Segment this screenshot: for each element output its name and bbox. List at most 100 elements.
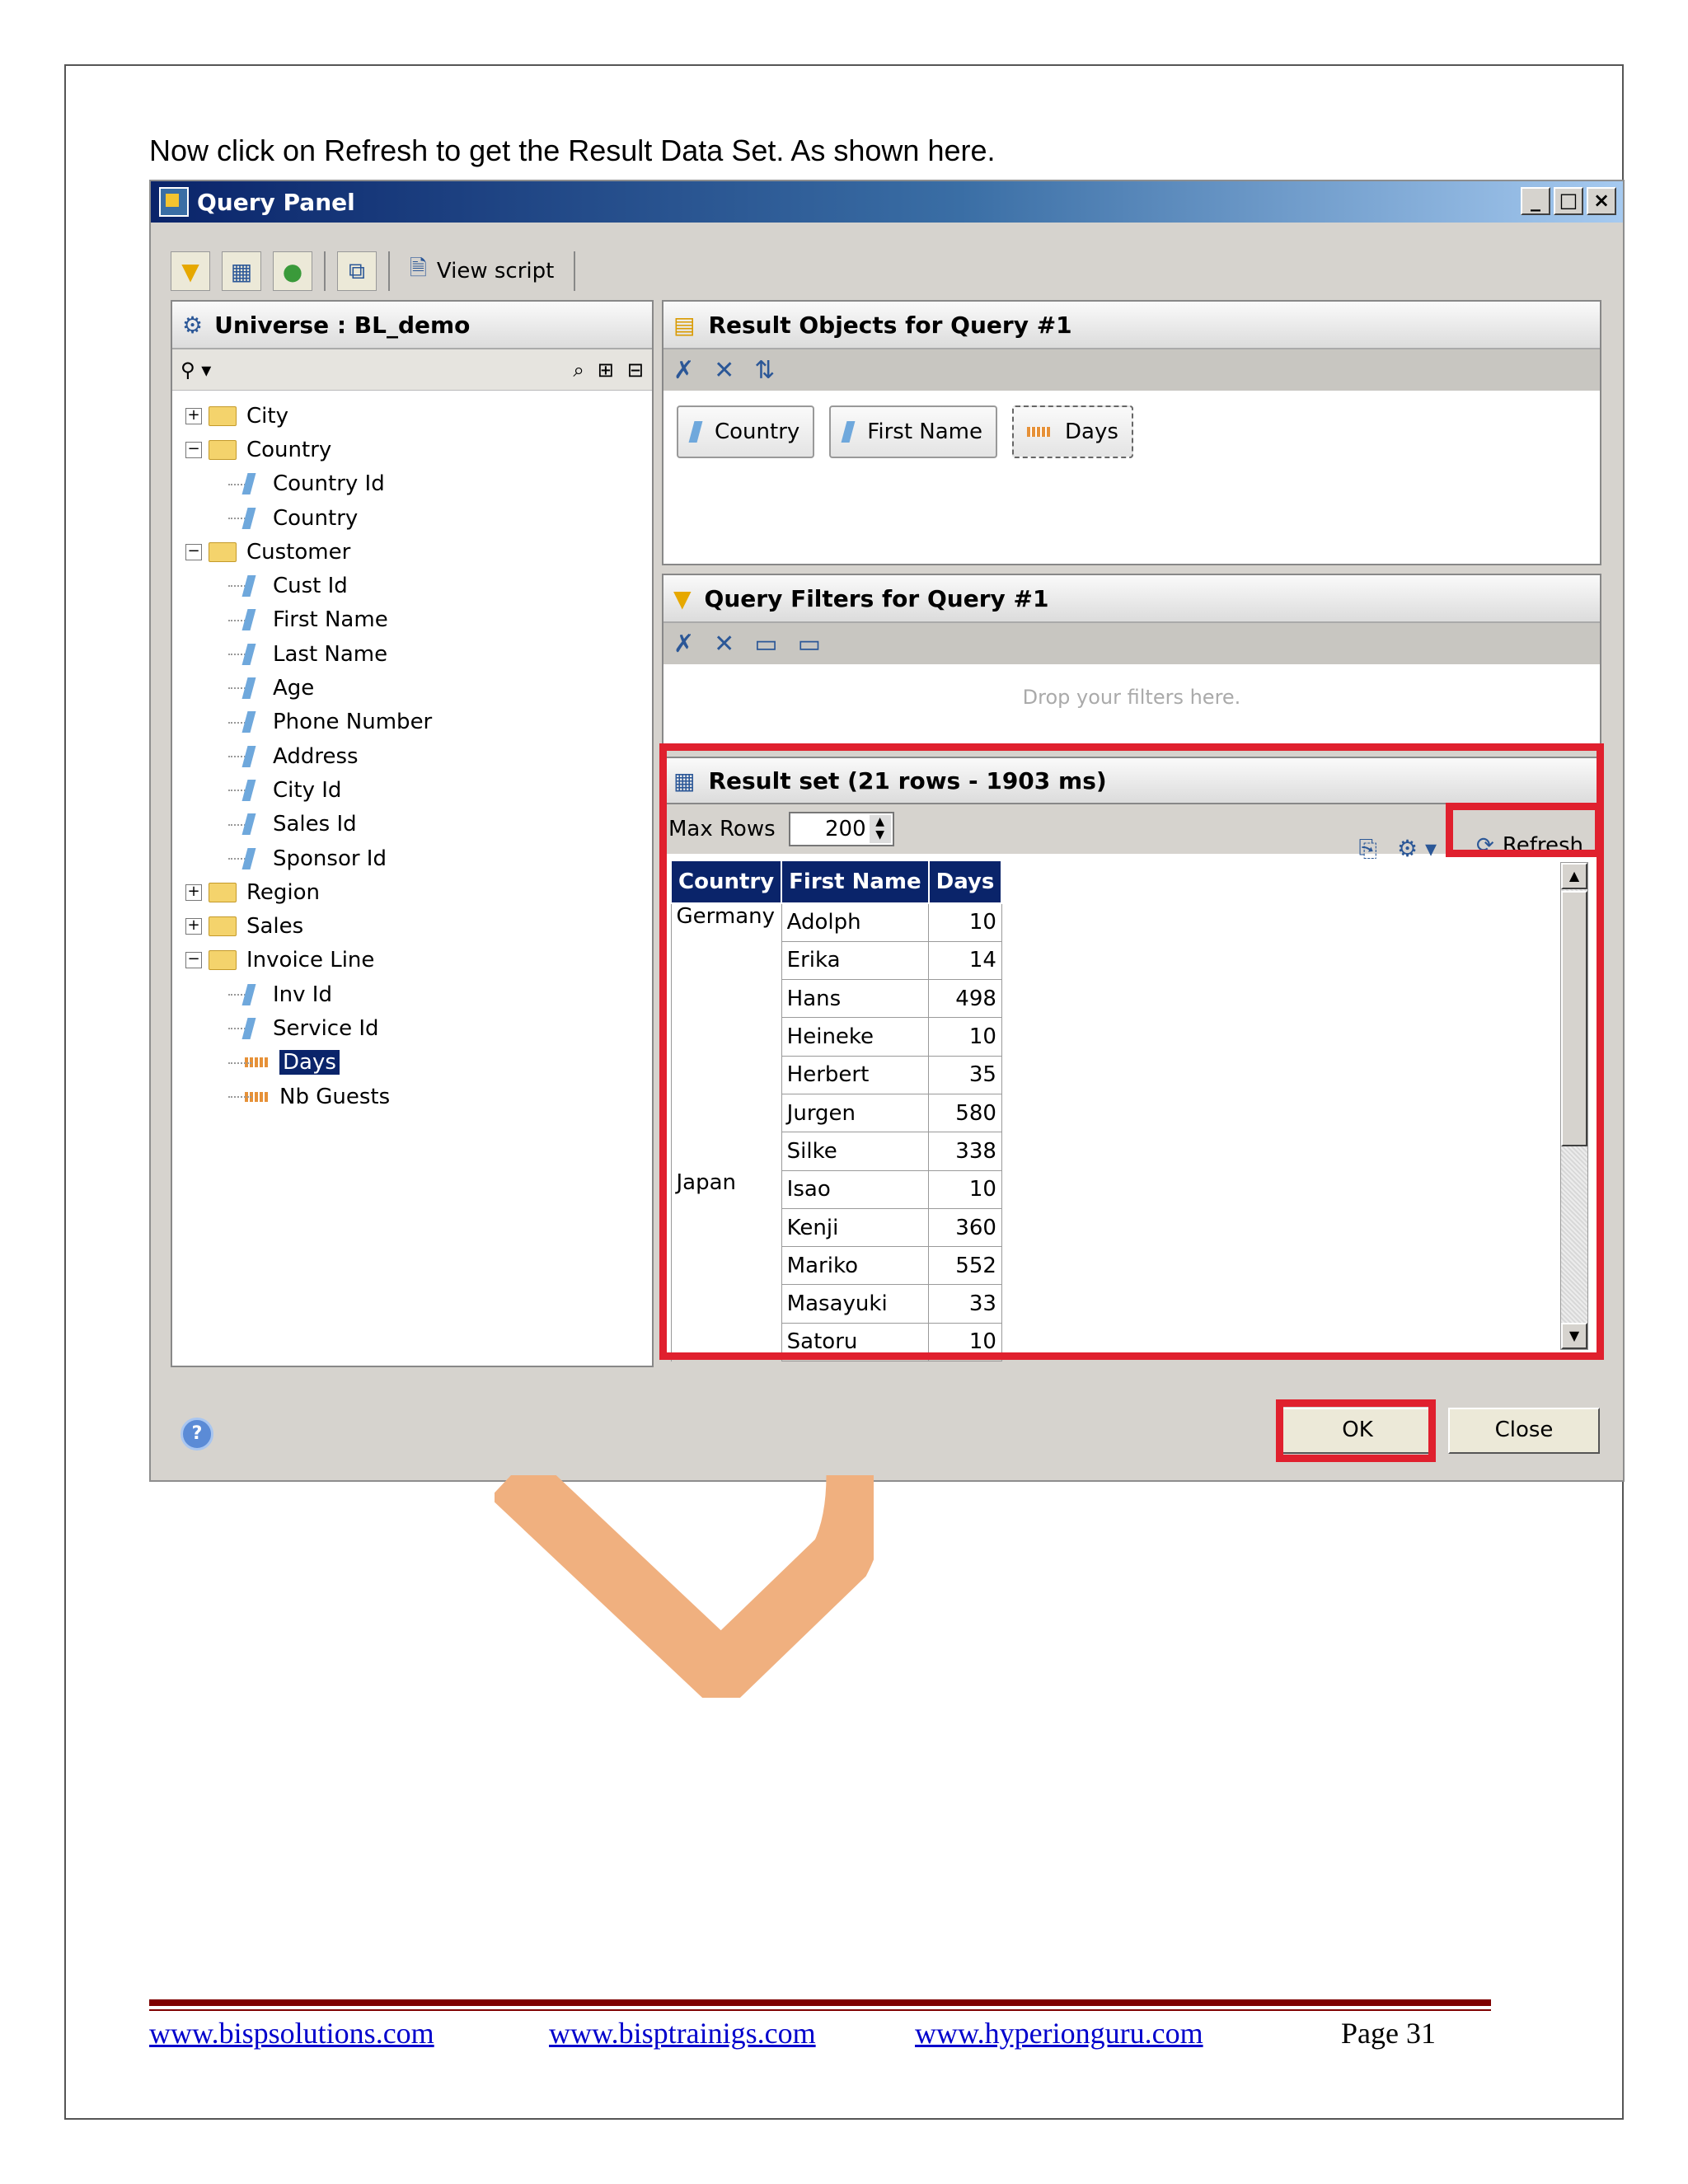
dimension-icon	[241, 507, 256, 529]
query-filters-header: ▼ Query Filters for Query #1	[663, 575, 1600, 623]
collapse-icon[interactable]: −	[185, 441, 202, 458]
sort-icon[interactable]: ⇅	[754, 356, 775, 385]
remove-filter-icon[interactable]: ✕	[714, 630, 734, 658]
tree-item[interactable]: Sponsor Id	[185, 841, 652, 875]
result-objects-tools: ✗ ✕ ⇅	[663, 349, 1600, 391]
tree-item[interactable]: First Name	[185, 603, 652, 637]
dialog-title: Query Panel	[197, 188, 355, 216]
dimension-icon	[241, 575, 256, 598]
dimension-icon	[241, 677, 256, 700]
query-panel-icon	[159, 187, 189, 217]
tree-item-label: Nb Guests	[279, 1084, 391, 1109]
tree-item-label: Address	[273, 743, 359, 769]
subquery-icon[interactable]: ▭	[798, 630, 821, 658]
tree-item-label: Country Id	[273, 471, 385, 497]
collapse-icon[interactable]: −	[185, 543, 202, 560]
folder-icon	[209, 950, 237, 971]
refresh-highlight	[1446, 803, 1602, 857]
dimension-icon	[241, 745, 256, 767]
remove-all-icon[interactable]: ✗	[673, 356, 694, 385]
outline-options-icon[interactable]: ⚲ ▾	[181, 359, 211, 382]
expand-icon[interactable]: +	[185, 883, 202, 901]
tree-item[interactable]: Days	[185, 1046, 652, 1080]
tree-item[interactable]: + Sales	[185, 909, 652, 943]
remove-all-filters-icon[interactable]: ✗	[673, 630, 694, 658]
toolbar: ▼ ▦ ● ⧉ 🗎 View script	[171, 246, 576, 297]
collapse-icon[interactable]: −	[185, 952, 202, 969]
result-object-country[interactable]: Country	[677, 405, 815, 458]
collapse-all-icon[interactable]: ⊟	[627, 359, 644, 382]
result-object-first-name[interactable]: First Name	[829, 405, 997, 458]
universe-icon: ⚙	[182, 311, 204, 339]
tree-item-label: Age	[273, 676, 315, 701]
tree-item-label: Invoice Line	[246, 948, 375, 973]
tree-item[interactable]: Phone Number	[185, 705, 652, 739]
tree-item[interactable]: + City	[185, 399, 652, 433]
query-filters-tools: ✗ ✕ ▭ ▭	[663, 623, 1600, 664]
footer-link-bispsolutions[interactable]: www.bispsolutions.com	[149, 2016, 434, 2050]
tree-item[interactable]: Inv Id	[185, 977, 652, 1011]
universe-tree: + City − Country Country Id Country − Customer C…	[172, 391, 652, 1113]
expand-icon[interactable]: +	[185, 407, 202, 424]
minimize-button[interactable]: _	[1521, 187, 1550, 215]
tree-item[interactable]: Last Name	[185, 637, 652, 671]
tree-item[interactable]: Country Id	[185, 467, 652, 501]
universe-panel: ⚙ Universe : BL_demo ⚲ ▾ ⌕ ⊞ ⊟ + City − Cou…	[171, 300, 654, 1367]
dimension-icon	[241, 779, 256, 801]
title-bar[interactable]: Query Panel _ □ ×	[151, 181, 1623, 223]
view-script-button[interactable]: 🗎 View script	[401, 253, 562, 289]
tree-item[interactable]: Cust Id	[185, 569, 652, 602]
expand-icon[interactable]: +	[185, 918, 202, 935]
folder-icon	[209, 405, 237, 426]
toolbar-separator	[574, 251, 576, 291]
tree-item[interactable]: − Customer	[185, 535, 652, 569]
folder-icon	[209, 882, 237, 902]
footer-rule-thin	[149, 2009, 1491, 2011]
close-window-button[interactable]: ×	[1587, 187, 1616, 215]
tree-item-label: Sponsor Id	[273, 846, 387, 871]
tree-item[interactable]: Age	[185, 671, 652, 705]
filters-drop-zone[interactable]: Drop your filters here.	[663, 686, 1600, 709]
query-properties-icon[interactable]: ●	[273, 251, 312, 291]
dimension-icon	[241, 847, 256, 869]
help-icon[interactable]: ?	[181, 1418, 213, 1451]
script-icon: 🗎	[410, 256, 427, 281]
tree-item[interactable]: − Invoice Line	[185, 944, 652, 977]
tree-item-label: Sales Id	[273, 812, 357, 837]
tree-item-label: Sales	[246, 914, 304, 940]
filter-pane-icon[interactable]: ▼	[171, 251, 210, 291]
result-objects-title: Result Objects for Query #1	[708, 311, 1072, 339]
tree-item[interactable]: City Id	[185, 773, 652, 807]
tree-item[interactable]: Address	[185, 739, 652, 773]
tree-item[interactable]: + Region	[185, 875, 652, 909]
page-number: Page 31	[1341, 2017, 1436, 2050]
folder-icon	[209, 541, 237, 562]
combined-query-icon[interactable]: ⧉	[337, 251, 377, 291]
dimension-icon	[241, 609, 256, 631]
tree-item-label: First Name	[273, 607, 388, 633]
remove-icon[interactable]: ✕	[714, 356, 734, 385]
tree-item-label: City	[246, 403, 288, 429]
maximize-button[interactable]: □	[1554, 187, 1583, 215]
view-script-label: View script	[436, 259, 555, 284]
footer-link-bisptrainigs[interactable]: www.bisptrainigs.com	[549, 2016, 816, 2050]
search-icon[interactable]: ⌕	[573, 359, 584, 382]
data-preview-icon[interactable]: ▦	[222, 251, 261, 291]
close-button[interactable]: Close	[1448, 1408, 1600, 1454]
tree-item[interactable]: Country	[185, 501, 652, 535]
tree-item[interactable]: Nb Guests	[185, 1080, 652, 1113]
expand-all-icon[interactable]: ⊞	[598, 359, 614, 382]
result-objects-header: ▤ Result Objects for Query #1	[663, 302, 1600, 349]
predefined-filter-icon[interactable]: ▭	[754, 630, 777, 658]
query-filters-title: Query Filters for Query #1	[704, 584, 1049, 612]
tree-item[interactable]: Service Id	[185, 1011, 652, 1045]
folder-icon	[209, 916, 237, 937]
tree-item[interactable]: Sales Id	[185, 808, 652, 841]
tree-item-label: Cust Id	[273, 574, 348, 599]
folder-icon	[209, 439, 237, 460]
result-object-days[interactable]: Days	[1011, 405, 1133, 458]
footer-link-hyperionguru[interactable]: www.hyperionguru.com	[915, 2016, 1203, 2050]
dimension-icon	[241, 1017, 256, 1039]
tree-item-label: Service Id	[273, 1015, 379, 1041]
tree-item[interactable]: − Country	[185, 433, 652, 466]
